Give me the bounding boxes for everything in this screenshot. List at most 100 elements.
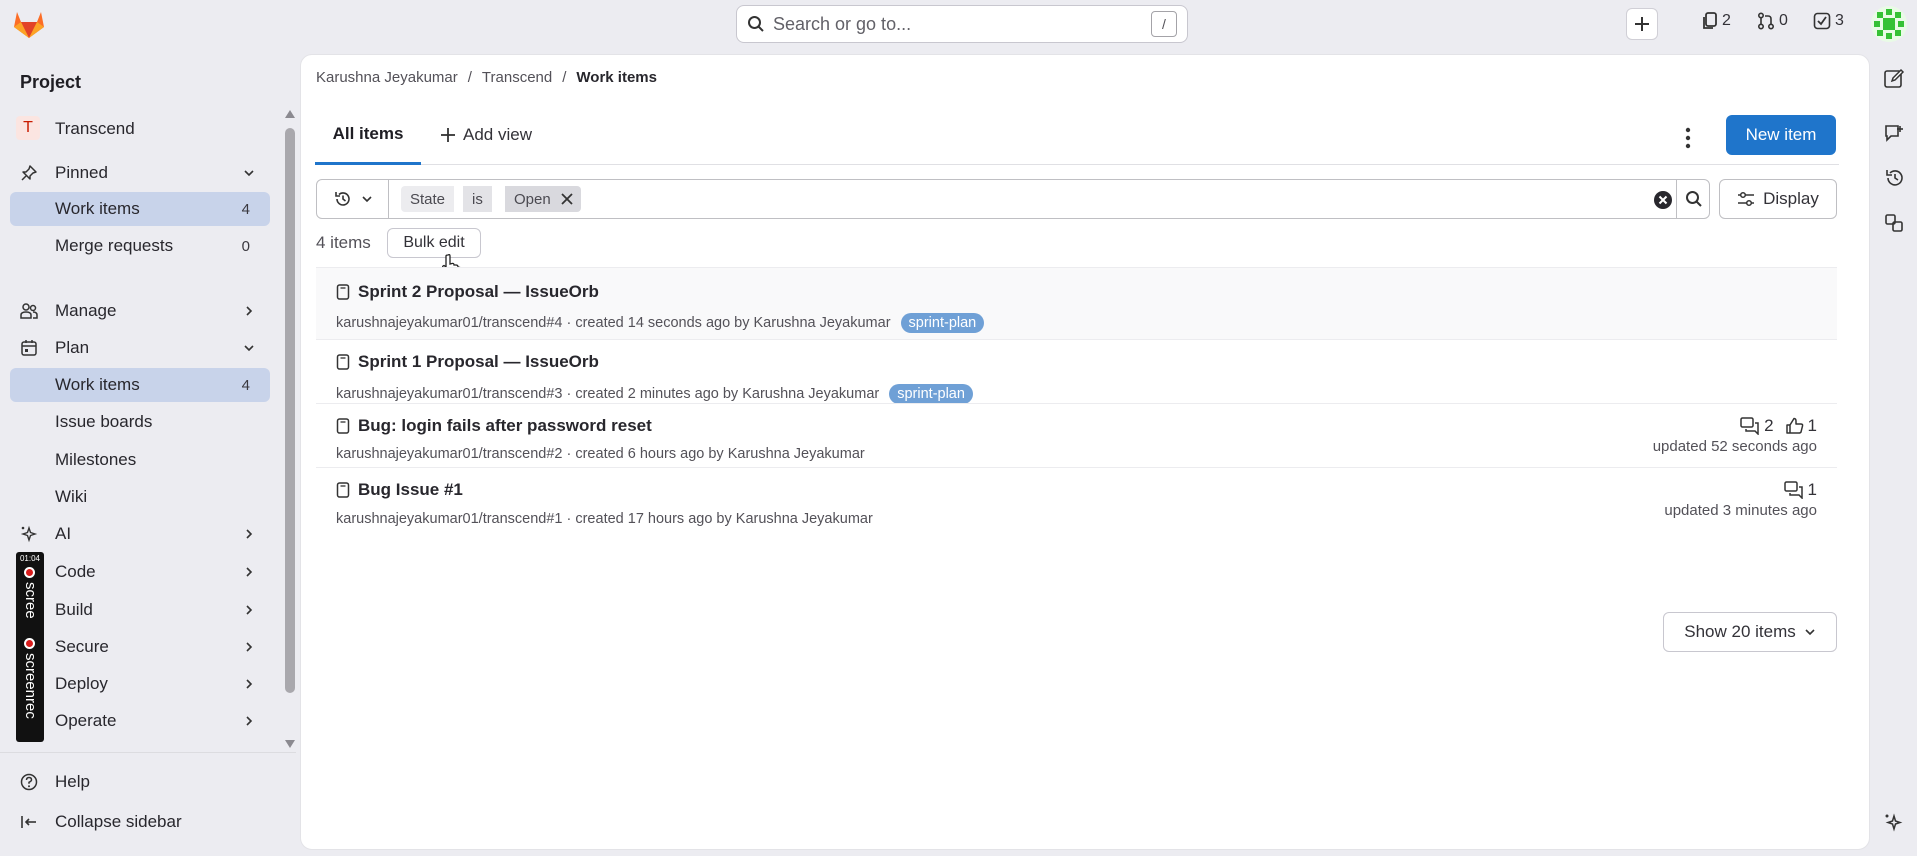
item-title-link[interactable]: Bug Issue #1 <box>336 480 463 500</box>
item-created: · created 14 seconds ago by Karushna Jey… <box>566 315 891 331</box>
item-meta: karushnajeyakumar01/transcend#3 · create… <box>336 384 973 404</box>
record-dot-icon <box>24 638 35 649</box>
issue-type-icon <box>336 354 350 370</box>
preferences-icon <box>1738 191 1755 207</box>
chevron-right-icon <box>242 304 256 318</box>
search-placeholder: Search or go to... <box>773 13 912 34</box>
item-stats: 1 <box>1783 480 1817 500</box>
sidebar-item-deploy[interactable]: Deploy <box>10 667 270 701</box>
label-badge[interactable]: sprint-plan <box>889 384 973 404</box>
sidebar-item-manage[interactable]: Manage <box>10 294 270 328</box>
comments-count: 2 <box>1764 416 1774 435</box>
sidebar-scrollbar[interactable] <box>285 128 295 693</box>
plus-icon <box>441 128 455 142</box>
sidebar-item-work-items[interactable]: Work items 4 <box>10 368 270 402</box>
todo-button[interactable]: 3 <box>1813 12 1844 30</box>
chevron-right-icon <box>242 565 256 579</box>
new-comment-icon[interactable] <box>1883 122 1905 144</box>
calendar-icon <box>20 339 38 357</box>
tab-all-items[interactable]: All items <box>315 105 421 165</box>
item-title-link[interactable]: Sprint 1 Proposal — IssueOrb <box>336 352 599 372</box>
sidebar-item-secure[interactable]: Secure <box>10 630 270 664</box>
sidebar-item-label: Milestones <box>55 450 137 469</box>
sidebar-item-issue-boards[interactable]: Issue boards <box>10 405 270 439</box>
item-reference[interactable]: karushnajeyakumar01/transcend#1 <box>336 511 563 527</box>
new-item-button[interactable]: New item <box>1726 115 1836 155</box>
sidebar-pinned-toggle[interactable]: Pinned <box>10 156 270 190</box>
sidebar-item-wiki[interactable]: Wiki <box>10 480 270 514</box>
sidebar-item-plan[interactable]: Plan <box>10 331 270 365</box>
sidebar-project[interactable]: T Transcend <box>10 112 270 146</box>
item-title-link[interactable]: Bug: login fails after password reset <box>336 416 652 436</box>
chevron-right-icon <box>242 527 256 541</box>
label-badge[interactable]: sprint-plan <box>900 313 985 333</box>
screen-recorder-overlay[interactable]: 01:04 scree screenrec <box>16 552 44 742</box>
sidebar-item-milestones[interactable]: Milestones <box>10 443 270 477</box>
plus-icon <box>1635 17 1649 31</box>
breadcrumb-separator: / <box>467 69 472 86</box>
filter-token-value-text: Open <box>514 190 551 208</box>
add-view-button[interactable]: Add view <box>441 125 532 145</box>
sidebar-item-label: Code <box>55 562 96 581</box>
sidebar-item-ai[interactable]: AI <box>10 517 270 551</box>
merge-requests-button[interactable]: 0 <box>1757 12 1788 30</box>
recent-searches-button[interactable] <box>317 180 389 218</box>
sidebar-scroll-down[interactable] <box>285 740 295 748</box>
history-icon[interactable] <box>1883 167 1905 189</box>
item-updated: updated 52 seconds ago <box>1652 438 1817 455</box>
item-title-link[interactable]: Sprint 2 Proposal — IssueOrb <box>336 282 599 302</box>
filter-token-operator[interactable]: is <box>463 186 492 212</box>
create-new-button[interactable] <box>1626 8 1658 40</box>
sidebar-item-pinned-work-items[interactable]: Work items 4 <box>10 192 270 226</box>
filter-search-button[interactable] <box>1676 180 1711 218</box>
sidebar-scroll-up[interactable] <box>285 110 295 118</box>
list-item[interactable]: Sprint 2 Proposal — IssueOrb karushnajey… <box>316 267 1837 339</box>
list-item[interactable]: Sprint 1 Proposal — IssueOrb karushnajey… <box>316 339 1837 404</box>
item-title: Bug: login fails after password reset <box>358 416 652 435</box>
recorder-text: scree <box>22 582 39 619</box>
sidebar-item-code[interactable]: Code <box>10 555 270 589</box>
close-icon[interactable] <box>561 193 573 205</box>
breadcrumb-project[interactable]: Transcend <box>482 69 552 86</box>
search-icon <box>1686 191 1702 207</box>
filter-token-field[interactable]: State <box>401 186 455 212</box>
duo-chat-icon[interactable] <box>1883 812 1905 834</box>
breadcrumb-current[interactable]: Work items <box>576 69 657 86</box>
page-size-dropdown[interactable]: Show 20 items <box>1663 612 1837 652</box>
sidebar-pinned-label: Pinned <box>55 163 108 182</box>
clear-filter-icon[interactable] <box>1653 190 1673 210</box>
thumb-up-icon <box>1785 417 1803 434</box>
users-icon <box>20 302 38 320</box>
list-item[interactable]: Bug Issue #1 karushnajeyakumar01/transce… <box>316 467 1837 531</box>
gitlab-logo-icon[interactable] <box>12 8 46 40</box>
display-options-button[interactable]: Display <box>1719 179 1837 219</box>
edit-icon[interactable] <box>1883 68 1905 90</box>
search-input[interactable]: Search or go to... / <box>736 5 1188 43</box>
item-title: Sprint 1 Proposal — IssueOrb <box>358 352 599 371</box>
comments-icon <box>1783 481 1803 499</box>
sidebar-item-label: Plan <box>55 338 90 357</box>
bulk-edit-button[interactable]: Bulk edit <box>387 228 481 258</box>
sidebar-item-label: AI <box>55 524 72 543</box>
breadcrumb: Karushna Jeyakumar / Transcend / Work it… <box>316 69 657 86</box>
item-reference[interactable]: karushnajeyakumar01/transcend#4 <box>336 315 563 331</box>
sidebar-item-label: Wiki <box>55 487 88 506</box>
sidebar-item-build[interactable]: Build <box>10 593 270 627</box>
item-reference[interactable]: karushnajeyakumar01/transcend#3 <box>336 386 563 402</box>
sidebar-help[interactable]: Help <box>10 765 270 799</box>
breadcrumb-user[interactable]: Karushna Jeyakumar <box>316 69 458 86</box>
main-panel: Karushna Jeyakumar / Transcend / Work it… <box>300 54 1870 850</box>
assigned-issues-button[interactable]: 2 <box>1702 12 1731 30</box>
snippet-icon[interactable] <box>1883 212 1905 234</box>
collapse-sidebar-button[interactable]: Collapse sidebar <box>10 805 270 839</box>
item-reference[interactable]: karushnajeyakumar01/transcend#2 <box>336 446 563 462</box>
list-item[interactable]: Bug: login fails after password reset ka… <box>316 403 1837 467</box>
history-icon <box>334 192 350 206</box>
more-actions-kebab-icon[interactable] <box>1685 127 1691 149</box>
sidebar-item-pinned-merge-requests[interactable]: Merge requests 0 <box>10 229 270 263</box>
user-avatar[interactable] <box>1871 6 1907 42</box>
sidebar-item-operate[interactable]: Operate <box>10 704 270 738</box>
sidebar-item-label: Deploy <box>55 674 108 693</box>
filter-token-value[interactable]: Open <box>505 186 581 212</box>
filter-bar[interactable]: State is Open <box>316 179 1710 219</box>
